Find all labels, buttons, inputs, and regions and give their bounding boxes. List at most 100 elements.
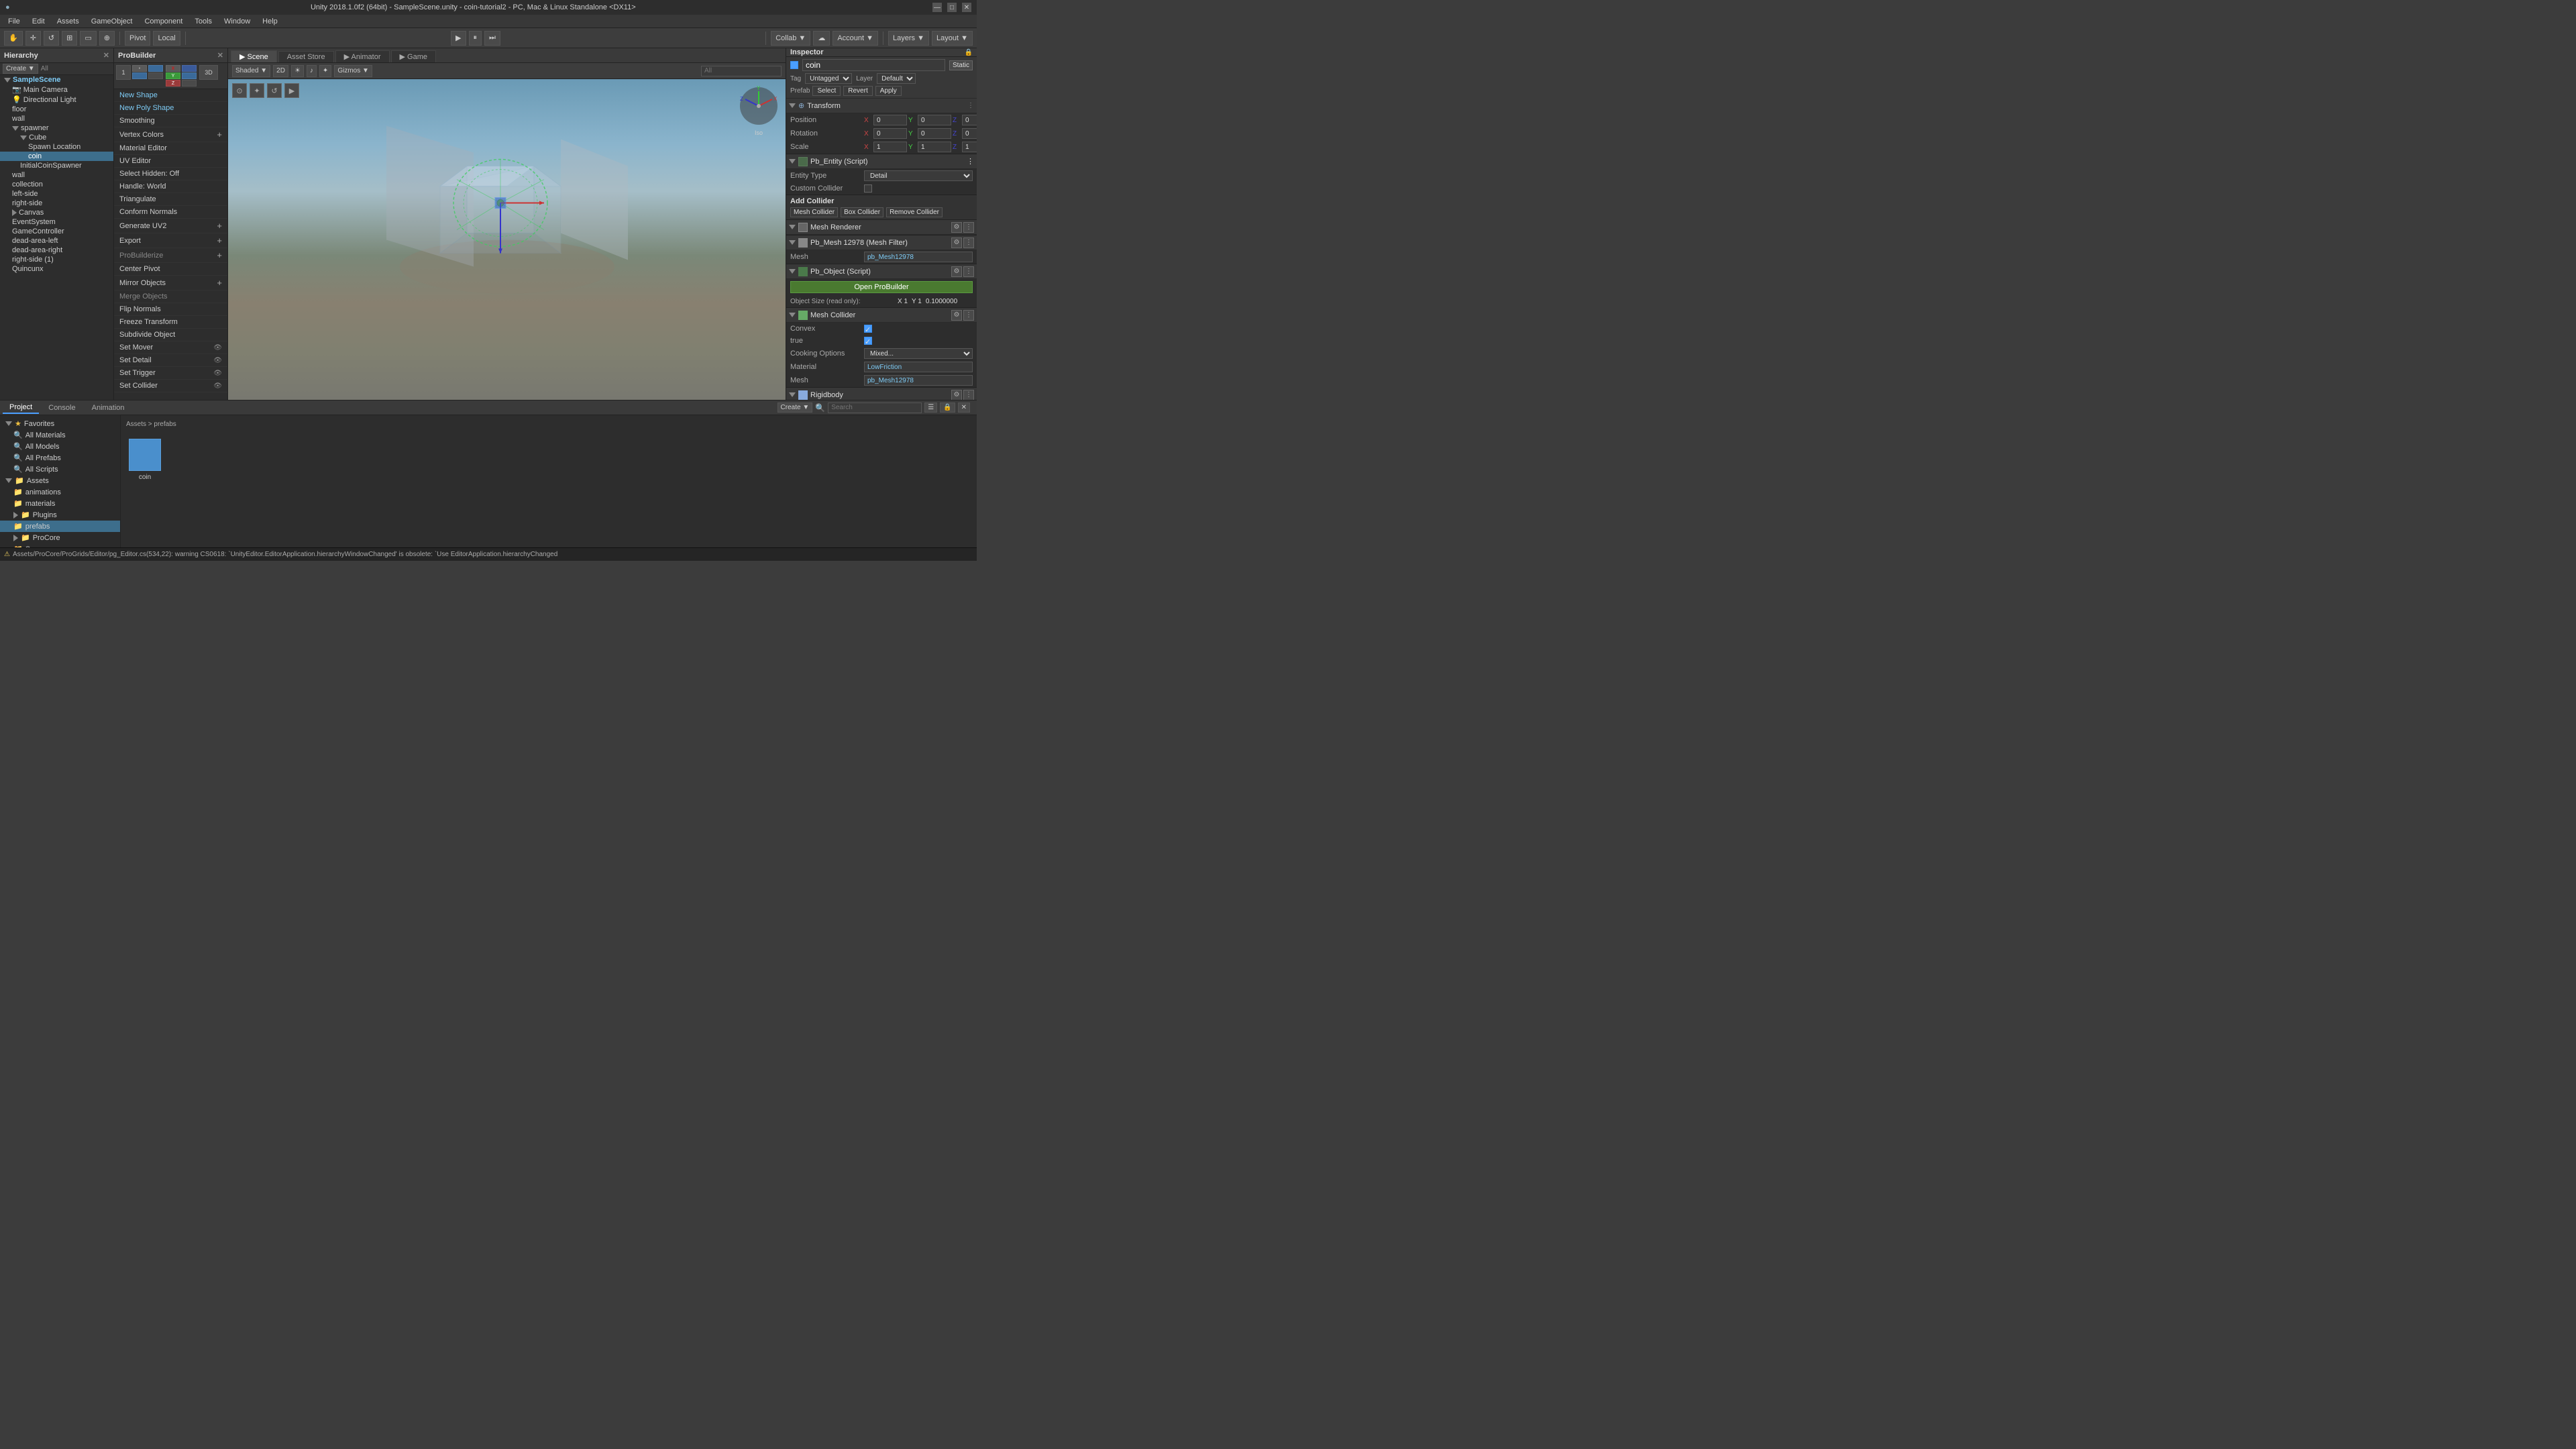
all-scripts-item[interactable]: 🔍 All Scripts: [0, 464, 120, 475]
hierarchy-item-cube[interactable]: Cube: [0, 133, 113, 142]
pb-yblue[interactable]: [182, 72, 197, 79]
prefab-select-button[interactable]: Select: [812, 86, 841, 96]
rotation-x-input[interactable]: [873, 128, 907, 139]
hierarchy-item-canvas[interactable]: Canvas: [0, 208, 113, 217]
convex-checkbox[interactable]: ✓: [864, 325, 872, 333]
coin-asset-item[interactable]: coin: [126, 436, 164, 484]
pb-vertex-colors-plus[interactable]: +: [217, 129, 222, 140]
menu-window[interactable]: Window: [219, 16, 256, 27]
scale-y-input[interactable]: [918, 142, 951, 152]
pb-flip-normals[interactable]: Flip Normals: [114, 303, 227, 316]
pb-mirror-objects[interactable]: Mirror Objects +: [114, 276, 227, 290]
pb-vertex-colors[interactable]: Vertex Colors +: [114, 127, 227, 142]
scene-viewport[interactable]: X Y Z Iso ⊙ ✦ ↺ ▶: [228, 79, 786, 400]
pb-freeze-transform[interactable]: Freeze Transform: [114, 316, 227, 329]
menu-file[interactable]: File: [3, 16, 25, 27]
pb-mode-vert[interactable]: •: [132, 65, 147, 72]
pb-set-detail[interactable]: Set Detail 👁: [114, 354, 227, 367]
object-name-input[interactable]: [802, 59, 945, 71]
hand-tool[interactable]: ✋: [4, 31, 23, 46]
remove-collider-button[interactable]: Remove Collider: [886, 207, 943, 217]
cloud-button[interactable]: ☁: [813, 31, 830, 46]
hierarchy-item-right-side[interactable]: right-side: [0, 199, 113, 208]
transform-menu-icon[interactable]: ⋮: [967, 102, 974, 109]
tab-scene[interactable]: ▶ Scene: [231, 50, 277, 62]
layer-select[interactable]: Default: [877, 73, 916, 84]
scenes-folder[interactable]: 📁 Scenes: [0, 543, 120, 547]
pb-set-collider[interactable]: Set Collider 👁: [114, 380, 227, 392]
pivot-button[interactable]: Pivot: [125, 31, 150, 46]
tab-project[interactable]: Project: [3, 402, 39, 414]
pb-export-plus[interactable]: +: [217, 235, 222, 246]
tab-console[interactable]: Console: [42, 402, 82, 413]
mc-settings-btn[interactable]: ⚙: [951, 310, 962, 321]
pb-probuilderize-plus[interactable]: +: [217, 250, 222, 260]
scene-rotate-mode[interactable]: ↺: [267, 83, 282, 98]
scene-search-input[interactable]: [701, 66, 782, 76]
hierarchy-item-quincunx[interactable]: Quincunx: [0, 264, 113, 274]
hierarchy-item-game-controller[interactable]: GameController: [0, 227, 113, 236]
scene-play-mode[interactable]: ▶: [284, 83, 299, 98]
assets-folder[interactable]: 📁 Assets: [0, 475, 120, 486]
pb-icon-1[interactable]: 1: [116, 65, 131, 80]
menu-edit[interactable]: Edit: [27, 16, 50, 27]
favorites-folder[interactable]: ★ Favorites: [0, 418, 120, 429]
pb-mirror-plus[interactable]: +: [217, 278, 222, 288]
pb-xblue[interactable]: [182, 65, 197, 72]
pb-generate-uv2[interactable]: Generate UV2 +: [114, 219, 227, 233]
pb-entity-options[interactable]: ⋮: [967, 157, 974, 166]
pb-uv-editor[interactable]: UV Editor: [114, 155, 227, 168]
prefab-apply-button[interactable]: Apply: [875, 86, 902, 96]
pb-y-icon[interactable]: Y: [166, 72, 180, 79]
hierarchy-item-floor[interactable]: floor: [0, 105, 113, 114]
effects-button[interactable]: ✦: [319, 65, 331, 77]
scale-x-input[interactable]: [873, 142, 907, 152]
pb-generate-uv2-plus[interactable]: +: [217, 221, 222, 231]
rect-tool[interactable]: ▭: [80, 31, 96, 46]
hierarchy-item-dead-area-right[interactable]: dead-area-right: [0, 246, 113, 255]
hierarchy-item-event-system[interactable]: EventSystem: [0, 217, 113, 227]
custom-collider-checkbox[interactable]: [864, 184, 872, 193]
pb-export[interactable]: Export +: [114, 233, 227, 248]
pb-x-icon[interactable]: X: [166, 65, 180, 72]
mesh-filter-menu-btn[interactable]: ⋮: [963, 237, 974, 248]
project-lock-btn[interactable]: 🔒: [940, 402, 955, 413]
pb-handle[interactable]: Handle: World: [114, 180, 227, 193]
pb-merge-objects[interactable]: Merge Objects: [114, 290, 227, 303]
menu-help[interactable]: Help: [257, 16, 283, 27]
pb-zgray[interactable]: [182, 80, 197, 87]
material-input[interactable]: [864, 362, 973, 372]
pb-mode-face[interactable]: [132, 72, 147, 79]
pb-object-settings-btn[interactable]: ⚙: [951, 266, 962, 277]
move-tool[interactable]: ✛: [25, 31, 41, 46]
pb-new-shape[interactable]: New Shape: [114, 89, 227, 102]
hierarchy-item-coin[interactable]: coin: [0, 152, 113, 161]
rb-settings-btn[interactable]: ⚙: [951, 390, 962, 400]
audio-button[interactable]: ♪: [307, 65, 317, 77]
pb-center-pivot[interactable]: Center Pivot: [114, 263, 227, 276]
menu-gameobject[interactable]: GameObject: [86, 16, 138, 27]
hierarchy-item-wall2[interactable]: wall: [0, 170, 113, 180]
static-button[interactable]: Static: [949, 60, 973, 70]
pb-z-icon[interactable]: Z: [166, 80, 180, 87]
mesh-renderer-menu-btn[interactable]: ⋮: [963, 222, 974, 233]
maximize-button[interactable]: □: [947, 3, 957, 12]
close-button[interactable]: ✕: [962, 3, 971, 12]
rotate-tool[interactable]: ↺: [44, 31, 59, 46]
open-probuilder-button[interactable]: Open ProBuilder: [790, 281, 973, 293]
hierarchy-item-spawner[interactable]: spawner: [0, 123, 113, 133]
rotation-y-input[interactable]: [918, 128, 951, 139]
materials-folder[interactable]: 📁 materials: [0, 498, 120, 509]
pb-smoothing[interactable]: Smoothing: [114, 115, 227, 127]
all-materials-item[interactable]: 🔍 All Materials: [0, 429, 120, 441]
menu-tools[interactable]: Tools: [189, 16, 217, 27]
plugins-folder[interactable]: 📁 Plugins: [0, 509, 120, 521]
gizmos-button[interactable]: Gizmos ▼: [334, 65, 372, 77]
scale-z-input[interactable]: [962, 142, 977, 152]
mc-menu-btn[interactable]: ⋮: [963, 310, 974, 321]
layers-button[interactable]: Layers ▼: [888, 31, 929, 46]
prefabs-folder[interactable]: 📁 prefabs: [0, 521, 120, 532]
is-trigger-checkbox[interactable]: ✓: [864, 337, 872, 345]
hierarchy-item-main-camera[interactable]: 📷 Main Camera: [0, 85, 113, 95]
pb-new-poly-shape[interactable]: New Poly Shape: [114, 102, 227, 115]
